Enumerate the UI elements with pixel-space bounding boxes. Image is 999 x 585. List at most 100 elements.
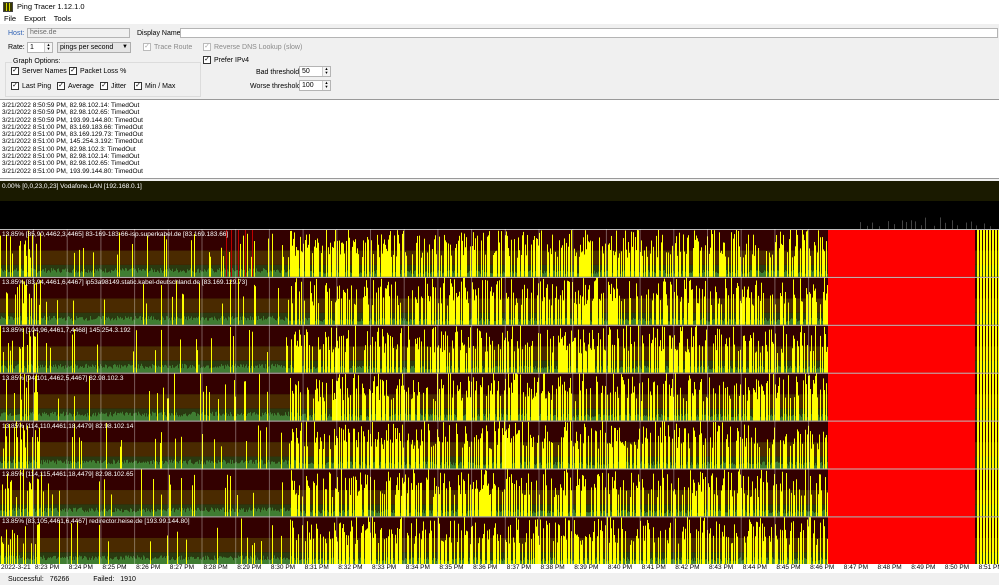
ping-bar	[814, 365, 815, 373]
ping-spike	[697, 303, 698, 325]
ping-spike	[635, 237, 636, 277]
prefer-ipv4-checkbox[interactable]: ✓ Prefer IPv4	[203, 56, 249, 64]
host-input[interactable]: heise.de	[27, 28, 130, 38]
ping-spike	[511, 239, 512, 277]
ping-spike	[676, 279, 677, 325]
ping-bar	[288, 368, 289, 373]
ping-bar	[420, 413, 421, 421]
ping-bar	[737, 416, 738, 421]
ping-bar	[70, 461, 71, 469]
display-name-input[interactable]	[180, 28, 998, 38]
ping-spike	[783, 234, 784, 277]
ping-spike	[769, 372, 770, 421]
ping-spike	[603, 292, 604, 325]
ping-bar	[506, 368, 507, 373]
ping-bar	[761, 366, 762, 373]
ping-spike	[615, 391, 616, 421]
ping-bar	[299, 415, 300, 421]
menu-tools[interactable]: Tools	[50, 14, 76, 23]
ping-bar	[328, 415, 329, 421]
ping-spike	[773, 374, 774, 421]
average-checkbox[interactable]: ✓ Average	[57, 82, 94, 90]
ping-bar	[568, 414, 569, 421]
ping-bar	[192, 411, 193, 421]
ping-spike	[414, 392, 415, 421]
ping-bar	[778, 270, 779, 277]
ping-bar	[198, 268, 199, 277]
ping-spike	[756, 280, 757, 325]
ping-spike	[583, 278, 584, 325]
ping-spike	[755, 352, 756, 373]
spin-arrows-icon[interactable]: ▲ ▼	[44, 43, 52, 52]
ping-spike	[611, 283, 612, 325]
ping-bar	[357, 416, 358, 421]
ping-bar	[789, 321, 790, 325]
ping-bar	[287, 318, 288, 325]
ping-bar	[239, 366, 240, 373]
ping-bar	[147, 416, 148, 421]
ping-spike	[753, 332, 754, 373]
ping-bar	[784, 366, 785, 373]
min-max-checkbox[interactable]: ✓ Min / Max	[134, 82, 175, 90]
event-log[interactable]: 3/21/2022 8:50:59 PM, 82.98.102.14: Time…	[0, 99, 999, 179]
ping-bar	[176, 412, 177, 421]
ping-bar	[44, 461, 45, 469]
ping-bar	[756, 270, 757, 277]
ping-bar	[94, 415, 95, 421]
ping-spike	[629, 252, 630, 277]
ping-spike	[478, 287, 479, 325]
ping-spike	[209, 252, 210, 277]
ping-bar	[165, 319, 166, 325]
ping-spike	[79, 249, 80, 277]
ping-spike	[291, 230, 292, 277]
ping-bar	[10, 461, 11, 469]
ping-bar	[724, 318, 725, 325]
ping-spike	[739, 395, 740, 421]
spin-arrows-icon[interactable]: ▲ ▼	[322, 81, 330, 90]
trace-route-checkbox[interactable]: ✓ Trace Route	[143, 43, 192, 51]
ping-spike	[807, 345, 808, 373]
ping-bar	[761, 272, 762, 277]
ping-spike	[346, 338, 347, 373]
ping-spike	[481, 337, 482, 373]
server-names-checkbox[interactable]: ✓ Server Names	[11, 67, 67, 75]
ping-spike	[495, 251, 496, 277]
ping-spike	[813, 350, 814, 373]
ping-spike	[475, 348, 476, 373]
ping-bar	[73, 367, 74, 373]
ping-bar	[530, 270, 531, 277]
ping-bar	[716, 271, 717, 277]
ping-spike	[686, 253, 687, 277]
ping-bar	[227, 320, 228, 325]
ping-bar	[48, 269, 49, 277]
ping-spike	[782, 282, 783, 325]
rate-stepper[interactable]: 1 ▲ ▼	[27, 42, 53, 53]
ping-bar	[548, 318, 549, 325]
menu-file[interactable]: File	[0, 14, 20, 23]
last-ping-checkbox[interactable]: ✓ Last Ping	[11, 82, 51, 90]
ping-spike	[749, 340, 750, 373]
rate-unit-select[interactable]: pings per second ▼	[57, 42, 131, 53]
ping-spike	[514, 239, 515, 277]
ping-bar	[226, 366, 227, 373]
ping-spike	[531, 345, 532, 373]
ping-bar	[118, 367, 119, 373]
ping-bar	[578, 414, 579, 421]
bad-threshold-stepper[interactable]: 50 ▲ ▼	[299, 66, 331, 77]
ping-bar	[767, 270, 768, 277]
menu-export[interactable]: Export	[20, 14, 50, 23]
packet-loss-checkbox[interactable]: ✓ Packet Loss %	[69, 67, 126, 75]
ping-bar	[284, 415, 285, 421]
spin-arrows-icon[interactable]: ▲ ▼	[322, 67, 330, 76]
ping-bar	[277, 364, 278, 373]
ping-spike	[731, 232, 732, 277]
worse-threshold-stepper[interactable]: 100 ▲ ▼	[299, 80, 331, 91]
ping-spike	[415, 338, 416, 373]
reverse-dns-checkbox[interactable]: ✓ Reverse DNS Lookup (slow)	[203, 43, 302, 51]
ping-bar	[84, 320, 85, 325]
ping-bar	[127, 412, 128, 421]
jitter-checkbox[interactable]: ✓ Jitter	[100, 82, 126, 90]
ping-spike	[523, 231, 524, 277]
ping-bar	[126, 317, 127, 325]
ping-bar	[213, 367, 214, 373]
